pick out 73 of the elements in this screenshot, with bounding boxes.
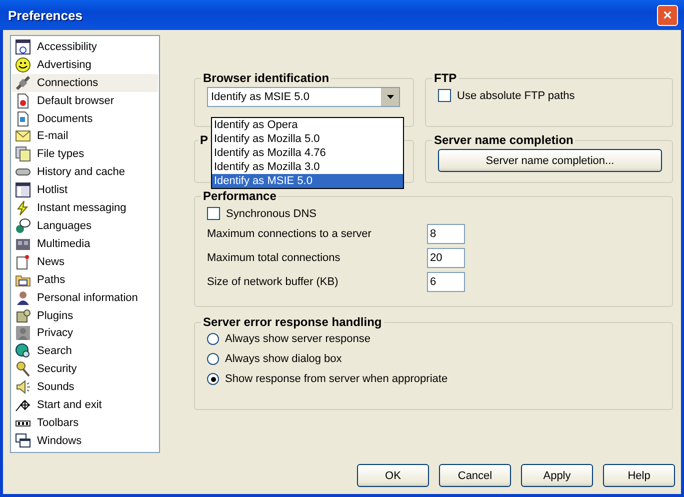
sidebar-item[interactable]: Connections <box>12 74 158 92</box>
dialog-button[interactable]: Cancel <box>439 464 511 487</box>
dialog-button[interactable]: OK <box>357 464 429 487</box>
sidebar-item[interactable]: Search <box>12 342 158 360</box>
sidebar-item[interactable]: File types <box>12 145 158 164</box>
checkbox[interactable] <box>438 89 451 102</box>
sidebar-item[interactable]: News <box>12 252 158 271</box>
radio-label: Always show dialog box <box>225 353 342 365</box>
checkbox-label: Synchronous DNS <box>226 208 316 220</box>
window-icon <box>15 182 31 198</box>
sidebar-item[interactable]: Windows <box>12 432 158 450</box>
globe-icon <box>15 343 31 360</box>
document-icon <box>15 110 31 127</box>
field-label: Maximum total connections <box>207 252 342 264</box>
sidebar-item[interactable]: Personal information <box>12 288 158 307</box>
windows-stack-icon <box>15 432 31 449</box>
arrow-cross-icon <box>15 397 31 414</box>
sidebar-item[interactable]: Plugins <box>12 306 158 324</box>
dialog-button[interactable]: Help <box>603 464 675 487</box>
smiley-icon <box>15 56 31 73</box>
field-label: Maximum connections to a server <box>207 228 372 240</box>
dropdown-option[interactable]: Identify as MSIE 5.0 <box>212 174 403 188</box>
checkbox[interactable] <box>207 207 220 220</box>
sidebar-item[interactable]: Accessibility <box>12 38 158 56</box>
number-field[interactable]: 20 <box>427 248 465 268</box>
sidebar-item[interactable]: Default browser <box>12 92 158 110</box>
sidebar-item[interactable]: History and cache <box>12 163 158 182</box>
plug-icon <box>15 74 31 91</box>
dialog-button[interactable]: Apply <box>521 464 593 487</box>
caret-icon <box>387 95 394 99</box>
group-title: Server name completion <box>433 133 574 147</box>
sidebar-item[interactable]: Sounds <box>12 378 158 396</box>
speaker-icon <box>15 379 31 396</box>
field-label: Size of network buffer (KB) <box>207 276 340 288</box>
speech-globe-icon <box>15 218 31 234</box>
file-stack-icon <box>15 146 31 162</box>
group-title: FTP <box>433 71 458 85</box>
browser-id-dropdown[interactable]: Identify as MSIE 5.0 <box>207 87 400 107</box>
radio-label: Always show server response <box>225 333 371 345</box>
sidebar-item[interactable]: Multimedia <box>12 234 158 253</box>
sidebar-item[interactable]: Privacy <box>12 324 158 342</box>
sidebar-item[interactable]: Languages <box>12 217 158 235</box>
checkbox-label: Use absolute FTP paths <box>457 90 575 102</box>
sidebar-item[interactable]: Paths <box>12 270 158 289</box>
sidebar-item[interactable]: Advertising <box>12 56 158 74</box>
sidebar-item[interactable]: E-mail <box>12 128 158 146</box>
person-icon <box>15 290 31 306</box>
radio-label: Show response from server when appropriate <box>225 373 448 385</box>
number-field[interactable]: 6 <box>427 272 465 292</box>
envelope-icon <box>15 128 31 144</box>
window-title: Preferences <box>8 8 82 22</box>
note-pin-icon <box>15 254 31 270</box>
sidebar-item[interactable]: Documents <box>12 110 158 128</box>
number-field[interactable]: 8 <box>427 224 465 244</box>
radio-button[interactable] <box>207 373 219 385</box>
lightning-icon <box>15 200 31 216</box>
sidebar-item[interactable]: Start and exit <box>12 396 158 414</box>
document-icon <box>15 92 31 109</box>
sidebar-item[interactable]: Security <box>12 360 158 378</box>
group-title: Performance <box>202 189 278 203</box>
sidebar-item[interactable]: Instant messaging <box>12 199 158 218</box>
group-title: P <box>199 133 210 147</box>
silhouette-icon <box>15 325 31 342</box>
group-title: Server error response handling <box>202 315 383 329</box>
group-title: Browser identification <box>202 71 330 85</box>
sidebar-item[interactable]: Hotlist <box>12 181 158 200</box>
radio-button[interactable] <box>207 353 219 365</box>
puzzle-icon <box>15 308 31 324</box>
close-button[interactable]: × <box>657 4 678 26</box>
server-name-completion-button[interactable]: Server name completion... <box>438 149 662 172</box>
key-icon <box>15 361 31 378</box>
radio-button[interactable] <box>207 333 219 345</box>
sidebar-item[interactable]: Toolbars <box>12 414 158 432</box>
